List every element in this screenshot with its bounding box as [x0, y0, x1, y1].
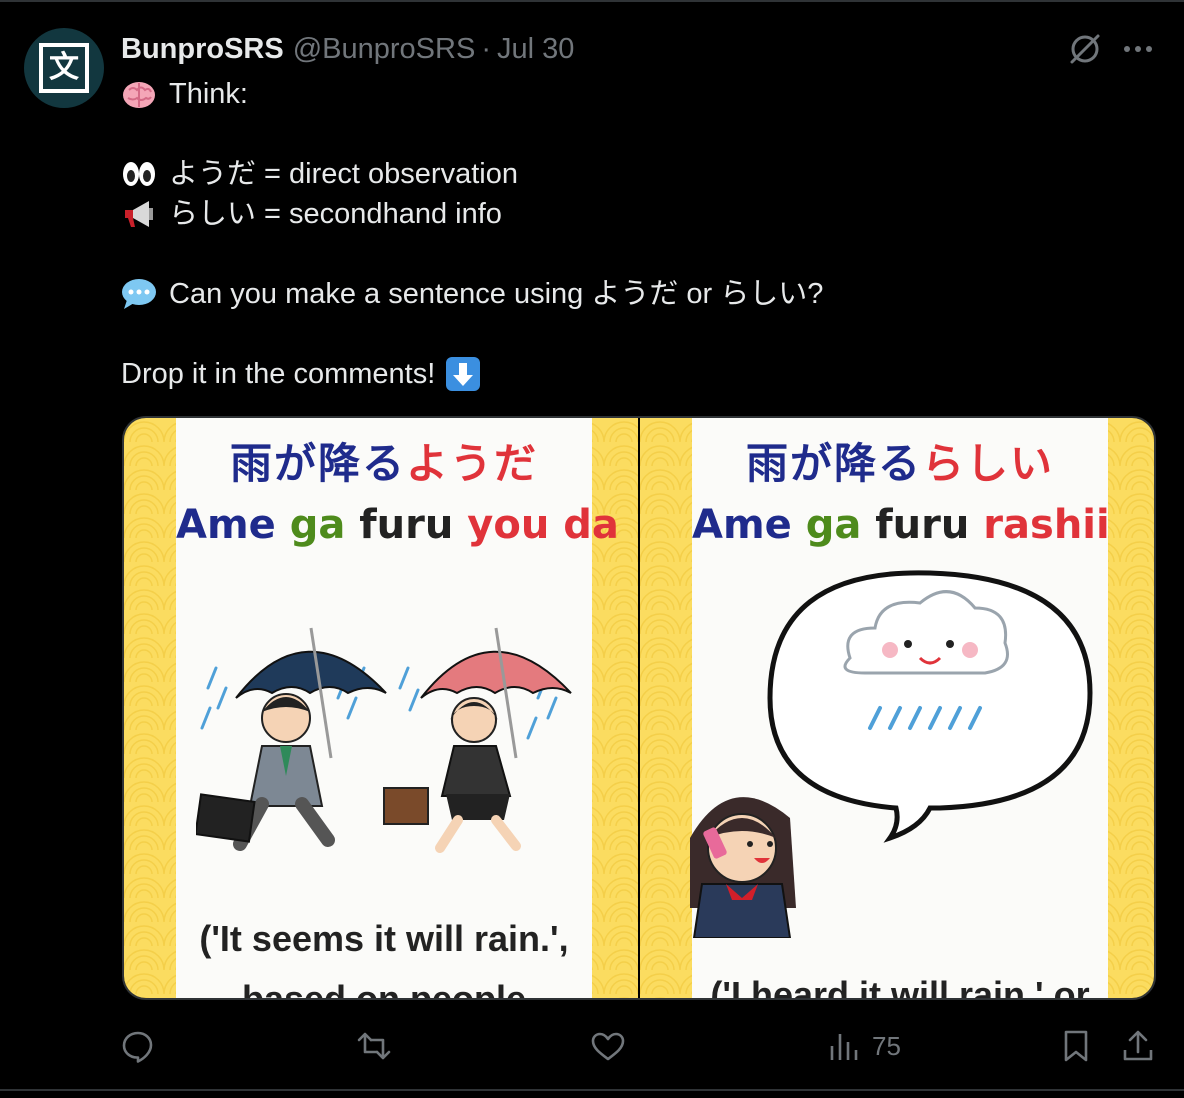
- views-count: 75: [872, 1030, 901, 1061]
- lesson-card: 雨が降るらしい Ame ga furu rashii ('I heard it …: [690, 418, 1110, 998]
- bar-chart-icon: [830, 1034, 858, 1060]
- romaji-grammar: you da: [467, 502, 619, 548]
- people-with-umbrellas-illustration: [196, 627, 572, 853]
- jp-grammar: ようだ: [406, 439, 539, 488]
- japanese-phrase: 雨が降るらしい: [692, 430, 1108, 491]
- bunpro-logo-icon: 文: [39, 43, 89, 93]
- question-text: Can you make a sentence using ようだ or らしい…: [169, 278, 824, 310]
- romaji-grammar: rashii: [983, 502, 1110, 548]
- more-options-icon[interactable]: [1118, 30, 1158, 68]
- author-name[interactable]: BunproSRS: [121, 33, 284, 66]
- speech-bubble-icon: [122, 279, 156, 309]
- rashii-line: らしい = secondhand info: [121, 194, 1151, 234]
- rashii-text: らしい = secondhand info: [169, 198, 502, 230]
- romaji-furu: furu: [359, 502, 454, 548]
- thought-bubble-illustration: [690, 570, 1093, 938]
- views-button[interactable]: 75: [826, 1024, 901, 1068]
- romaji-ame: Ame: [692, 502, 792, 548]
- retweet-icon: [357, 1032, 391, 1060]
- media-image-rashii[interactable]: 雨が降るらしい Ame ga furu rashii ('I heard it …: [640, 418, 1154, 998]
- bottom-divider: [0, 1089, 1184, 1091]
- think-line: Think:: [121, 74, 1151, 114]
- heart-icon: [591, 1032, 625, 1061]
- question-line: Can you make a sentence using ようだ or らしい…: [121, 274, 1151, 314]
- tweet-header: BunproSRS @BunproSRS · Jul 30: [121, 30, 574, 68]
- caption-line-1: ('I heard it will rain.' or: [710, 974, 1090, 998]
- share-button[interactable]: [1120, 1024, 1156, 1068]
- romaji-ga: ga: [805, 502, 862, 548]
- romaji-furu: furu: [875, 502, 970, 548]
- caption-line-2: based on people: [176, 978, 592, 998]
- brain-icon: [123, 82, 155, 108]
- separator-dot: ·: [481, 32, 491, 65]
- jp-base: 雨が降る: [745, 439, 922, 488]
- tweet-text: Think: ようだ = direct observation らしい = se…: [121, 74, 1151, 394]
- drop-text: Drop it in the comments!: [121, 358, 436, 390]
- romaji-phrase: Ame ga furu you da: [176, 502, 619, 548]
- media-image-you-da[interactable]: 雨が降るようだ Ame ga furu you da ('It seems it…: [124, 418, 638, 998]
- drop-line: Drop it in the comments!: [121, 354, 1151, 394]
- bookmark-button[interactable]: [1058, 1024, 1094, 1068]
- reply-button[interactable]: [120, 1024, 156, 1068]
- grok-icon[interactable]: [1066, 30, 1104, 68]
- caption-line-1: ('It seems it will rain.',: [199, 918, 569, 959]
- jp-grammar: らしい: [922, 439, 1055, 488]
- megaphone-icon: [125, 201, 153, 227]
- tweet-actions: 75: [0, 1024, 1184, 1068]
- think-text: Think:: [169, 78, 248, 110]
- you-da-text: ようだ = direct observation: [169, 158, 518, 190]
- retweet-button[interactable]: [356, 1024, 392, 1068]
- eyes-icon: [123, 162, 155, 186]
- like-button[interactable]: [590, 1024, 626, 1068]
- romaji-phrase: Ame ga furu rashii: [692, 502, 1110, 548]
- top-divider: [0, 0, 1184, 2]
- romaji-ame: Ame: [176, 502, 276, 548]
- share-icon: [1123, 1030, 1153, 1061]
- japanese-phrase: 雨が降るようだ: [176, 430, 592, 491]
- romaji-ga: ga: [289, 502, 346, 548]
- reply-icon: [122, 1031, 153, 1063]
- media-grid[interactable]: 雨が降るようだ Ame ga furu you da ('It seems it…: [122, 416, 1156, 1000]
- tweet-date[interactable]: Jul 30: [497, 33, 574, 66]
- down-arrow-icon: [446, 357, 481, 391]
- author-handle[interactable]: @BunproSRS: [293, 33, 476, 66]
- you-da-line: ようだ = direct observation: [121, 154, 1151, 194]
- lesson-card: 雨が降るようだ Ame ga furu you da ('It seems it…: [176, 418, 619, 998]
- bookmark-icon: [1064, 1030, 1088, 1062]
- jp-base: 雨が降る: [229, 439, 406, 488]
- avatar[interactable]: 文: [24, 28, 104, 108]
